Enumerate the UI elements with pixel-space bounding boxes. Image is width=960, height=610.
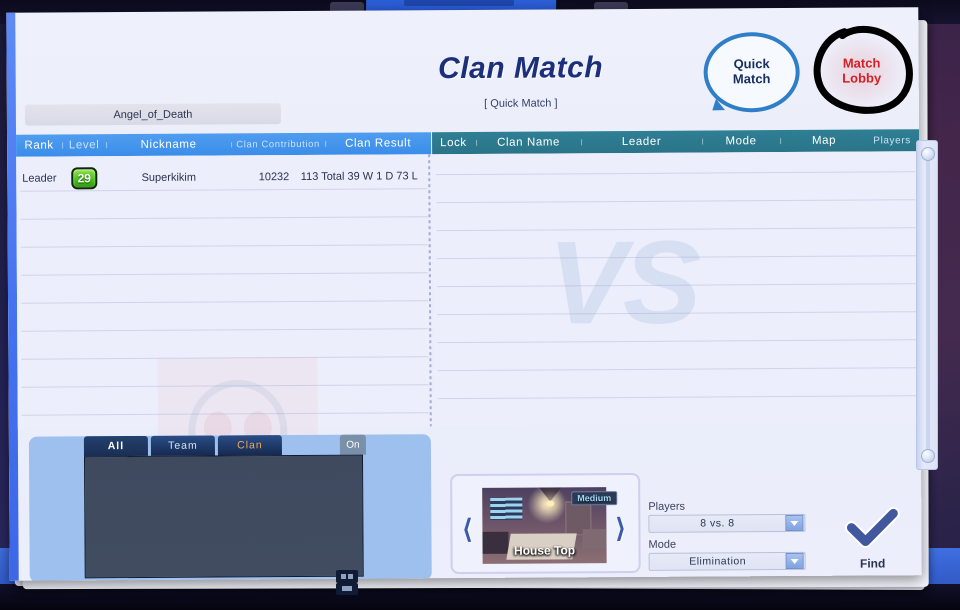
page-subtitle: [ Quick Match ] xyxy=(484,97,558,110)
mode-select[interactable]: Elimination xyxy=(648,551,806,571)
chat-options-icon[interactable] xyxy=(336,583,358,595)
vertical-scrollbar[interactable] xyxy=(916,140,938,470)
member-nickname: Superkikim xyxy=(141,171,197,184)
column-clan-result[interactable]: Clan Result xyxy=(325,137,431,150)
match-lobby-button[interactable]: Match Lobby xyxy=(816,31,907,112)
match-lobby-line2: Lobby xyxy=(842,70,882,86)
scrollbar-track xyxy=(926,151,930,461)
quick-match-line2: Match xyxy=(732,71,771,87)
members-table-header: Rank Level Nickname Clan Contribution Cl… xyxy=(16,132,432,157)
match-lobby-label: Match Lobby xyxy=(842,55,882,87)
member-level-badge: 29 xyxy=(62,166,106,189)
chat-tab-bar: All Team Clan xyxy=(83,435,285,457)
page-title: Clan Match xyxy=(438,51,604,86)
column-clan-name[interactable]: Clan Name xyxy=(476,136,581,149)
chevron-down-icon[interactable] xyxy=(785,514,804,532)
table-row[interactable]: Leader 29 Superkikim 10232 113 Total 39 … xyxy=(16,162,431,192)
quick-match-label: Quick Match xyxy=(732,56,771,87)
column-leader[interactable]: Leader xyxy=(581,136,702,149)
map-name-label: House Top xyxy=(513,543,576,558)
vs-watermark: VS xyxy=(547,216,698,350)
members-list-panel xyxy=(16,154,433,534)
chat-tab-all[interactable]: All xyxy=(83,435,148,457)
clan-name-value: Angel_of_Death xyxy=(113,108,193,121)
chat-tab-team[interactable]: Team xyxy=(150,435,215,456)
column-mode[interactable]: Mode xyxy=(702,135,780,147)
column-lock[interactable]: Lock xyxy=(432,137,476,149)
players-value: 8 vs. 8 xyxy=(700,517,735,530)
find-label: Find xyxy=(859,556,886,571)
scrollbar-thumb-top[interactable] xyxy=(921,147,935,161)
clan-match-window: Clan Match [ Quick Match ] Quick Match M… xyxy=(6,7,922,581)
chevron-down-icon[interactable] xyxy=(785,552,804,570)
member-contribution: 10232 xyxy=(258,170,290,183)
lobby-table-header: Lock Clan Name Leader Mode Map Players xyxy=(432,129,920,155)
member-clan-result: 113 Total 39 W 1 D 73 L xyxy=(300,169,418,183)
map-picker: ⟨ ⟩ Medium House Top xyxy=(450,472,641,575)
match-lobby-line1: Match xyxy=(842,55,881,71)
member-rank: Leader xyxy=(22,171,57,185)
find-button[interactable]: Find xyxy=(841,506,903,571)
chevron-right-icon[interactable]: ⟩ xyxy=(615,513,625,543)
scrollbar-thumb-bottom[interactable] xyxy=(921,449,935,463)
quick-match-line1: Quick xyxy=(733,56,770,72)
chat-toggle-on[interactable]: On xyxy=(339,434,366,455)
column-rank[interactable]: Rank xyxy=(16,139,62,152)
chat-resize-icon[interactable] xyxy=(336,570,358,583)
mode-value: Elimination xyxy=(689,555,747,568)
column-clan-contribution[interactable]: Clan Contribution xyxy=(231,138,325,150)
game-screen: Clan Match [ Quick Match ] Quick Match M… xyxy=(0,0,960,610)
column-map[interactable]: Map xyxy=(780,135,868,148)
players-label: Players xyxy=(648,500,686,513)
mode-label: Mode xyxy=(648,538,677,551)
checkmark-icon xyxy=(844,506,900,549)
clan-name-field[interactable]: Angel_of_Death xyxy=(24,103,281,126)
window-top-tab-notch xyxy=(404,0,514,6)
chat-tab-clan[interactable]: Clan xyxy=(217,435,282,456)
quick-match-button[interactable]: Quick Match xyxy=(703,31,800,113)
chevron-left-icon[interactable]: ⟨ xyxy=(462,514,472,544)
lobby-list-panel: VS xyxy=(432,151,921,427)
column-nickname[interactable]: Nickname xyxy=(106,138,231,151)
players-select[interactable]: 8 vs. 8 xyxy=(648,513,806,533)
chat-message-log[interactable] xyxy=(83,454,364,579)
member-level-value: 29 xyxy=(77,170,91,185)
column-players[interactable]: Players xyxy=(868,135,916,146)
column-level[interactable]: Level xyxy=(62,139,106,151)
map-difficulty-badge: Medium xyxy=(571,491,618,506)
